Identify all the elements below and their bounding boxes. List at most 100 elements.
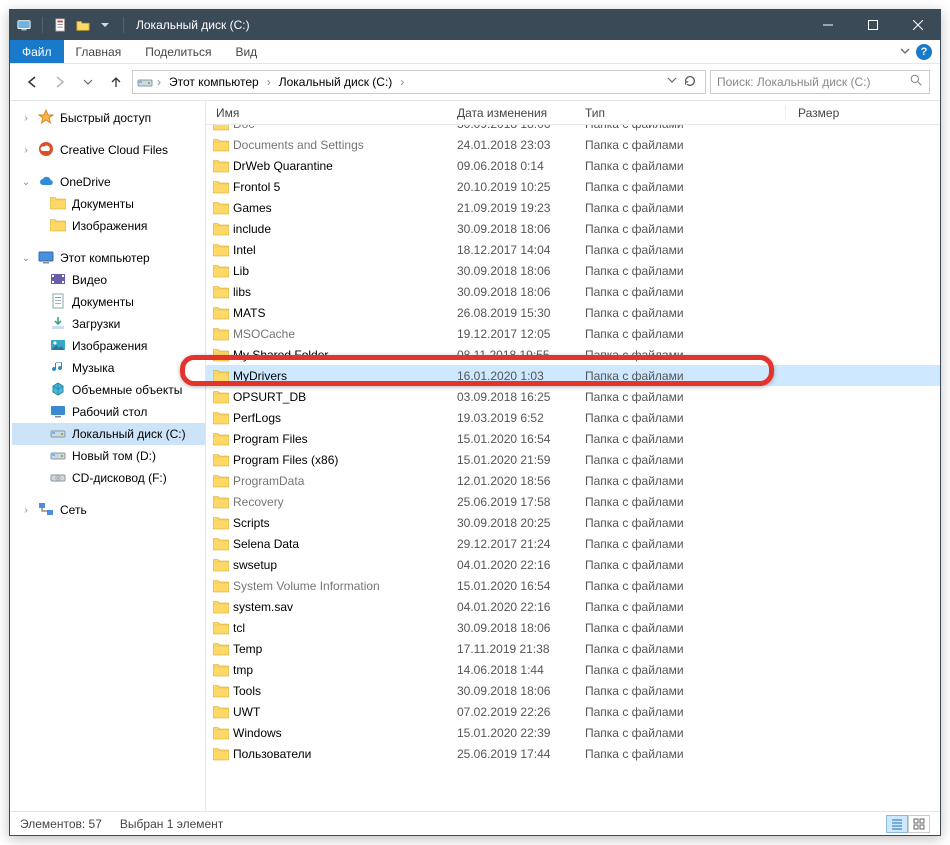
qat-computer-icon[interactable] xyxy=(16,17,32,33)
table-row[interactable]: ProgramData12.01.2020 18:56Папка с файла… xyxy=(206,470,940,491)
file-list[interactable]: Doc30.09.2018 18:06Папка с файламиDocume… xyxy=(206,125,940,811)
ribbon-tab-file[interactable]: Файл xyxy=(10,40,64,63)
nav-thispc-child[interactable]: Музыка xyxy=(12,357,205,379)
file-type: Папка с файлами xyxy=(585,125,785,131)
recent-locations-button[interactable] xyxy=(76,70,100,94)
table-row[interactable]: DrWeb Quarantine09.06.2018 0:14Папка с ф… xyxy=(206,155,940,176)
nav-thispc-child[interactable]: Локальный диск (C:) xyxy=(12,423,205,445)
table-row[interactable]: My Shared Folder08.11.2018 19:55Папка с … xyxy=(206,344,940,365)
nav-thispc-child[interactable]: Загрузки xyxy=(12,313,205,335)
address-dropdown-icon[interactable] xyxy=(667,74,677,91)
table-row[interactable]: System Volume Information15.01.2020 16:5… xyxy=(206,575,940,596)
table-row[interactable]: Documents and Settings24.01.2018 23:03Па… xyxy=(206,134,940,155)
maximize-button[interactable] xyxy=(850,10,895,40)
file-name: libs xyxy=(230,285,457,299)
qat-dropdown-icon[interactable] xyxy=(97,17,113,33)
nav-thispc-child[interactable]: Видео xyxy=(12,269,205,291)
navigation-pane[interactable]: › Быстрый доступ › Creative Cloud Files … xyxy=(10,101,206,811)
table-row[interactable]: MATS26.08.2019 15:30Папка с файлами xyxy=(206,302,940,323)
file-date: 25.06.2019 17:44 xyxy=(457,747,585,761)
column-headers[interactable]: Имя Дата изменения Тип Размер xyxy=(206,101,940,125)
table-row[interactable]: Пользователи25.06.2019 17:44Папка с файл… xyxy=(206,743,940,764)
forward-button[interactable] xyxy=(48,70,72,94)
table-row[interactable]: Windows15.01.2020 22:39Папка с файлами xyxy=(206,722,940,743)
table-row[interactable]: libs30.09.2018 18:06Папка с файлами xyxy=(206,281,940,302)
address-bar[interactable]: › Этот компьютер › Локальный диск (C:) › xyxy=(132,70,706,94)
nav-thispc-child[interactable]: Новый том (D:) xyxy=(12,445,205,467)
pictures-icon xyxy=(50,337,66,356)
downloads-icon xyxy=(50,315,66,334)
file-date: 15.01.2020 16:54 xyxy=(457,579,585,593)
qat-properties-icon[interactable] xyxy=(53,17,69,33)
folder-icon xyxy=(212,620,230,636)
table-row[interactable]: system.sav04.01.2020 22:16Папка с файлам… xyxy=(206,596,940,617)
table-row[interactable]: Doc30.09.2018 18:06Папка с файлами xyxy=(206,125,940,134)
refresh-icon[interactable] xyxy=(683,74,697,91)
nav-quick-access[interactable]: › Быстрый доступ xyxy=(12,107,205,129)
table-row[interactable]: UWT07.02.2019 22:26Папка с файлами xyxy=(206,701,940,722)
back-button[interactable] xyxy=(20,70,44,94)
folder-icon xyxy=(212,200,230,216)
search-input[interactable]: Поиск: Локальный диск (C:) xyxy=(710,70,930,94)
ribbon-tab-share[interactable]: Поделиться xyxy=(133,40,223,63)
folder-icon xyxy=(212,137,230,153)
table-row[interactable]: include30.09.2018 18:06Папка с файлами xyxy=(206,218,940,239)
nav-thispc-child[interactable]: Изображения xyxy=(12,335,205,357)
table-row[interactable]: MyDrivers16.01.2020 1:03Папка с файлами xyxy=(206,365,940,386)
nav-thispc-child[interactable]: Объемные объекты xyxy=(12,379,205,401)
table-row[interactable]: OPSURT_DB03.09.2018 16:25Папка с файлами xyxy=(206,386,940,407)
close-button[interactable] xyxy=(895,10,940,40)
table-row[interactable]: Program Files15.01.2020 16:54Папка с фай… xyxy=(206,428,940,449)
column-header-date[interactable]: Дата изменения xyxy=(457,106,585,120)
file-type: Папка с файлами xyxy=(585,684,785,698)
qat-folder-icon[interactable] xyxy=(75,17,91,33)
file-date: 04.01.2020 22:16 xyxy=(457,600,585,614)
table-row[interactable]: Tools30.09.2018 18:06Папка с файлами xyxy=(206,680,940,701)
table-row[interactable]: Scripts30.09.2018 20:25Папка с файлами xyxy=(206,512,940,533)
table-row[interactable]: MSOCache19.12.2017 12:05Папка с файлами xyxy=(206,323,940,344)
column-header-size[interactable]: Размер xyxy=(785,106,940,120)
table-row[interactable]: PerfLogs19.03.2019 6:52Папка с файлами xyxy=(206,407,940,428)
table-row[interactable]: Games21.09.2019 19:23Папка с файлами xyxy=(206,197,940,218)
table-row[interactable]: Program Files (x86)15.01.2020 21:59Папка… xyxy=(206,449,940,470)
file-name: UWT xyxy=(230,705,457,719)
nav-thispc-child[interactable]: Документы xyxy=(12,291,205,313)
column-header-type[interactable]: Тип xyxy=(585,106,785,120)
up-button[interactable] xyxy=(104,70,128,94)
table-row[interactable]: Lib30.09.2018 18:06Папка с файлами xyxy=(206,260,940,281)
music-icon xyxy=(50,359,66,378)
minimize-button[interactable] xyxy=(805,10,850,40)
table-row[interactable]: Frontol 520.10.2019 10:25Папка с файлами xyxy=(206,176,940,197)
nav-onedrive-child[interactable]: Изображения xyxy=(12,215,205,237)
file-name: Scripts xyxy=(230,516,457,530)
ribbon-tab-view[interactable]: Вид xyxy=(223,40,269,63)
table-row[interactable]: Recovery25.06.2019 17:58Папка с файлами xyxy=(206,491,940,512)
nav-onedrive[interactable]: ⌄ OneDrive xyxy=(12,171,205,193)
nav-creative-cloud[interactable]: › Creative Cloud Files xyxy=(12,139,205,161)
file-name: Intel xyxy=(230,243,457,257)
table-row[interactable]: swsetup04.01.2020 22:16Папка с файлами xyxy=(206,554,940,575)
cc-icon xyxy=(38,141,54,160)
breadcrumb[interactable]: Локальный диск (C:) xyxy=(275,75,397,89)
nav-network[interactable]: › Сеть xyxy=(12,499,205,521)
folder-icon xyxy=(212,263,230,279)
table-row[interactable]: Selena Data29.12.2017 21:24Папка с файла… xyxy=(206,533,940,554)
ribbon-expand-icon[interactable] xyxy=(900,45,910,59)
column-header-name[interactable]: Имя xyxy=(212,106,457,120)
table-row[interactable]: tcl30.09.2018 18:06Папка с файлами xyxy=(206,617,940,638)
view-thumbnails-button[interactable] xyxy=(908,815,930,833)
navigation-toolbar: › Этот компьютер › Локальный диск (C:) ›… xyxy=(10,64,940,100)
help-icon[interactable]: ? xyxy=(916,44,932,60)
table-row[interactable]: Temp17.11.2019 21:38Папка с файлами xyxy=(206,638,940,659)
table-row[interactable]: Intel18.12.2017 14:04Папка с файлами xyxy=(206,239,940,260)
breadcrumb[interactable]: Этот компьютер xyxy=(165,75,263,89)
nav-onedrive-child[interactable]: Документы xyxy=(12,193,205,215)
nav-thispc-child[interactable]: Рабочий стол xyxy=(12,401,205,423)
file-date: 15.01.2020 21:59 xyxy=(457,453,585,467)
table-row[interactable]: tmp14.06.2018 1:44Папка с файлами xyxy=(206,659,940,680)
ribbon-tab-home[interactable]: Главная xyxy=(64,40,134,63)
nav-thispc-child[interactable]: CD-дисковод (F:) xyxy=(12,467,205,489)
nav-this-pc[interactable]: ⌄ Этот компьютер xyxy=(12,247,205,269)
folder-icon xyxy=(50,196,66,213)
view-details-button[interactable] xyxy=(886,815,908,833)
